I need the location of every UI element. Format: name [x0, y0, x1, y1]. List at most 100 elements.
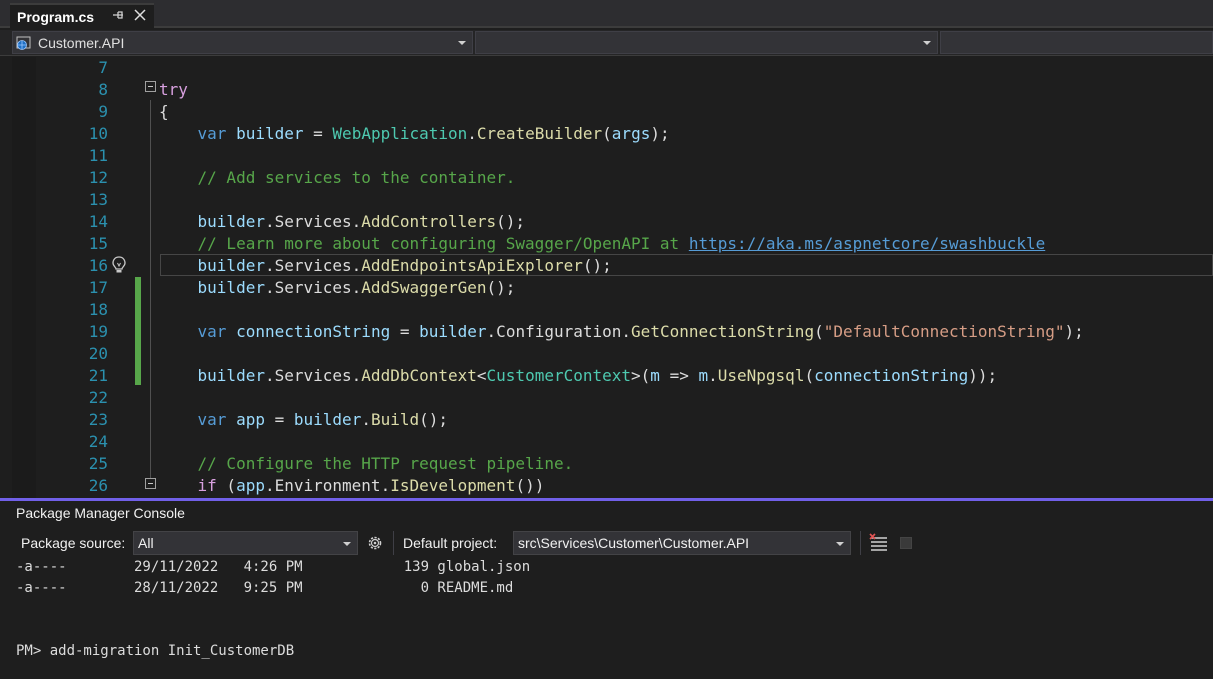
pin-icon[interactable] — [112, 8, 126, 22]
code-line[interactable]: 11 — [12, 145, 1213, 167]
line-number: 15 — [88, 234, 108, 253]
line-number: 12 — [88, 168, 108, 187]
chevron-down-icon — [836, 542, 844, 546]
code-line[interactable]: 10 var builder = WebApplication.CreateBu… — [12, 123, 1213, 145]
code-token: builder — [197, 212, 265, 231]
code-token: .Configuration. — [486, 322, 632, 341]
code-token: app — [236, 476, 265, 495]
code-token: builder — [197, 256, 265, 275]
code-line[interactable]: 26 if (app.Environment.IsDevelopment()) — [12, 475, 1213, 497]
code-token: .Services. — [264, 212, 362, 231]
code-token: connectionString — [236, 322, 391, 341]
close-icon[interactable] — [133, 8, 147, 22]
collapse-toggle-icon[interactable] — [145, 81, 156, 92]
line-number: 21 — [88, 366, 108, 385]
document-tab[interactable]: Program.cs — [10, 3, 154, 28]
line-number: 11 — [88, 146, 108, 165]
code-line[interactable]: 14 builder.Services.AddControllers(); — [12, 211, 1213, 233]
code-token: (); — [419, 410, 449, 429]
code-line[interactable]: 22 — [12, 387, 1213, 409]
code-line[interactable]: 9{ — [12, 101, 1213, 123]
csharp-project-icon — [16, 36, 31, 50]
code-line[interactable]: 7 — [12, 57, 1213, 79]
code-token: connectionString — [814, 366, 969, 385]
package-manager-console: Package Manager Console Package source: … — [0, 501, 1213, 679]
code-line[interactable]: 17 builder.Services.AddSwaggerGen(); — [12, 277, 1213, 299]
code-line[interactable]: 12 // Add services to the container. — [12, 167, 1213, 189]
code-token: "DefaultConnectionString" — [823, 322, 1065, 341]
code-text: { — [159, 101, 169, 123]
code-token: { — [159, 102, 169, 121]
code-token: => — [659, 366, 699, 385]
type-dropdown[interactable] — [475, 31, 938, 54]
code-token: builder — [293, 410, 362, 429]
line-number: 16 — [88, 256, 108, 275]
line-number: 22 — [88, 388, 108, 407]
code-token: (); — [496, 212, 526, 231]
line-number: 23 — [88, 410, 108, 429]
console-title: Package Manager Console — [16, 505, 185, 521]
code-token: m — [650, 366, 660, 385]
code-token: IsDevelopment — [390, 476, 516, 495]
code-line[interactable]: 18 — [12, 299, 1213, 321]
project-dropdown[interactable]: Customer.API — [12, 31, 473, 54]
code-token: try — [159, 80, 188, 99]
code-line[interactable]: 20 — [12, 343, 1213, 365]
code-token: .Services. — [264, 366, 362, 385]
code-line[interactable]: 24 — [12, 431, 1213, 453]
code-token: builder — [197, 278, 265, 297]
code-text: builder.Services.AddControllers(); — [159, 211, 526, 233]
line-number: 19 — [88, 322, 108, 341]
console-output-line: -a---- 28/11/2022 9:25 PM 0 README.md — [16, 580, 514, 596]
code-token: ( — [216, 476, 237, 495]
code-token: Build — [370, 410, 420, 429]
line-number: 18 — [88, 300, 108, 319]
code-token: AddControllers — [361, 212, 497, 231]
code-text: builder.Services.AddSwaggerGen(); — [159, 277, 516, 299]
code-token: . — [467, 124, 477, 143]
code-token: ); — [650, 124, 670, 143]
code-editor[interactable]: 7 8 try 9{10 var builder = WebApplication.C… — [12, 57, 1213, 498]
code-token: ( — [804, 366, 815, 385]
console-toolbar: Package source: All Default project: src… — [0, 528, 1213, 558]
collapse-toggle-icon[interactable] — [145, 478, 156, 489]
gear-icon[interactable] — [366, 534, 384, 552]
stop-icon[interactable] — [900, 537, 912, 549]
clear-console-icon[interactable] — [869, 533, 889, 553]
code-line[interactable]: 16 builder.Services.AddEndpointsApiExplo… — [12, 255, 1213, 277]
code-token: var — [197, 410, 227, 429]
code-line[interactable]: 15 // Learn more about configuring Swagg… — [12, 233, 1213, 255]
package-source-dropdown[interactable]: All — [133, 531, 358, 555]
line-number: 17 — [88, 278, 108, 297]
code-line[interactable]: 8 try — [12, 79, 1213, 101]
code-line[interactable]: 19 var connectionString = builder.Config… — [12, 321, 1213, 343]
code-line[interactable]: 25 // Configure the HTTP request pipelin… — [12, 453, 1213, 475]
member-dropdown[interactable] — [940, 31, 1213, 54]
code-token: (); — [582, 256, 612, 275]
code-line[interactable]: 13 — [12, 189, 1213, 211]
code-token: = — [390, 322, 420, 341]
code-token: .Services. — [264, 278, 362, 297]
code-line[interactable]: 23 var app = builder.Build(); — [12, 409, 1213, 431]
code-line[interactable]: 21 builder.Services.AddDbContext<Custome… — [12, 365, 1213, 387]
chevron-down-icon — [923, 41, 931, 45]
default-project-dropdown[interactable]: src\Services\Customer\Customer.API — [513, 531, 851, 555]
tab-title: Program.cs — [17, 8, 95, 25]
chevron-down-icon — [458, 41, 466, 45]
code-token: https://aka.ms/aspnetcore/swashbuckle — [688, 234, 1046, 253]
code-text: try — [159, 79, 188, 101]
code-text: var app = builder.Build(); — [159, 409, 449, 431]
code-text: builder.Services.AddEndpointsApiExplorer… — [159, 255, 612, 277]
navigation-bar: Customer.API — [0, 30, 1213, 56]
code-token: if — [197, 476, 217, 495]
code-token: GetConnectionString — [631, 322, 815, 341]
line-number: 10 — [88, 124, 108, 143]
